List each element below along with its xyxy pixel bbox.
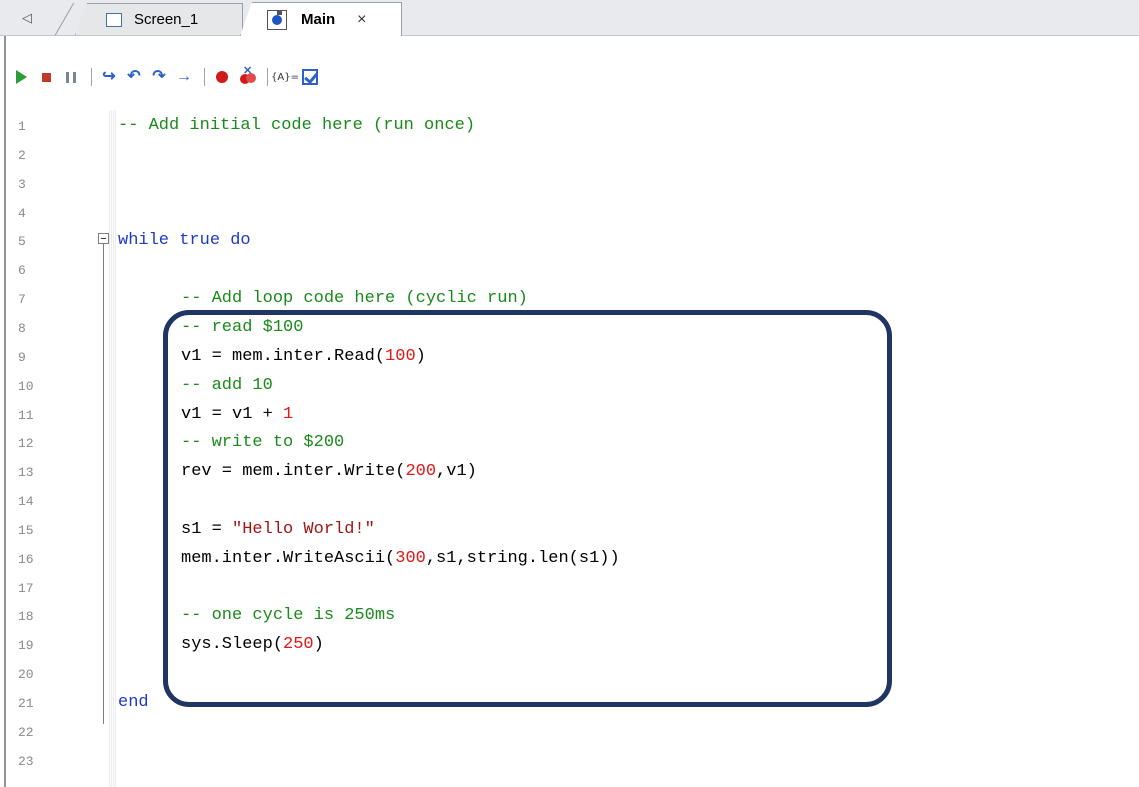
line-number: 7 xyxy=(18,292,26,308)
check-syntax-icon[interactable] xyxy=(299,66,321,88)
code-token: end xyxy=(118,693,149,712)
code-line: -- Add loop code here (cyclic run) xyxy=(181,289,528,309)
line-number: 6 xyxy=(18,263,26,279)
line-number: 8 xyxy=(18,320,26,336)
run-to-cursor-icon[interactable]: → xyxy=(173,66,195,88)
code-line: while true do xyxy=(118,231,251,251)
code-token: do xyxy=(230,231,251,251)
script-icon xyxy=(267,9,287,30)
line-number: 10 xyxy=(18,378,34,394)
toolbar-separator xyxy=(204,68,205,86)
watch-icon[interactable]: {A}= xyxy=(271,66,299,88)
line-number: 18 xyxy=(18,609,34,625)
breakpoint-icon[interactable] xyxy=(211,66,233,88)
code-token: -- Add loop code here (cyclic run) xyxy=(181,289,528,309)
tab-bar: ◁ Screen_1 Main × xyxy=(0,0,1139,36)
gutter-divider xyxy=(108,110,116,787)
line-number: 22 xyxy=(18,724,34,740)
code-token: -- Add initial code here (run once) xyxy=(118,116,476,135)
line-number: 21 xyxy=(18,696,34,711)
scroll-left-icon[interactable]: ◁ xyxy=(22,6,36,30)
toolbar-separator xyxy=(267,68,268,86)
tab-label: Main xyxy=(301,11,336,28)
line-number: 1 xyxy=(18,119,26,134)
line-number: 17 xyxy=(18,580,34,596)
step-over-icon[interactable]: ↶ xyxy=(123,66,145,88)
tab-label: Screen_1 xyxy=(134,11,199,28)
close-icon[interactable]: × xyxy=(357,11,366,29)
code-token: while xyxy=(118,231,170,251)
line-number: 11 xyxy=(18,407,34,423)
tab-divider xyxy=(54,3,75,35)
line-number: 3 xyxy=(18,176,26,192)
highlight-annotation xyxy=(163,310,892,707)
pause-icon[interactable] xyxy=(60,66,82,88)
fold-toggle-icon[interactable] xyxy=(98,233,109,244)
tab-screen-1[interactable]: Screen_1 xyxy=(75,3,243,35)
clear-breakpoints-icon[interactable]: ✕ xyxy=(236,65,258,88)
step-into-icon[interactable]: ↪ xyxy=(98,66,120,88)
debug-toolbar: ↪ ↶ ↷ → ✕ {A}= xyxy=(10,64,324,90)
play-icon[interactable] xyxy=(10,66,32,88)
line-number: 20 xyxy=(18,667,34,683)
code-line: -- Add initial code here (run once) xyxy=(118,116,475,136)
line-number: 16 xyxy=(18,551,34,567)
code-token: true xyxy=(179,231,221,251)
line-number-gutter: 1 2 3 4 5 6 7 8 9 10 11 12 13 14 15 16 17 18 19 20 21 22 23 xyxy=(6,110,104,787)
line-number: 12 xyxy=(18,436,34,452)
tab-main[interactable]: Main × xyxy=(240,2,402,36)
step-out-icon[interactable]: ↷ xyxy=(148,66,170,88)
line-number: 23 xyxy=(18,753,34,769)
line-number: 19 xyxy=(18,638,34,654)
fold-line xyxy=(103,244,104,724)
line-number: 4 xyxy=(18,205,26,221)
screen-icon xyxy=(106,12,122,27)
code-line: end xyxy=(118,693,149,713)
line-number: 9 xyxy=(18,349,26,365)
line-number: 15 xyxy=(18,522,34,538)
line-number: 2 xyxy=(18,147,26,163)
toolbar-separator xyxy=(91,68,92,86)
line-number: 13 xyxy=(18,465,34,481)
stop-icon[interactable] xyxy=(35,66,57,88)
line-number: 5 xyxy=(18,234,26,250)
line-number: 14 xyxy=(18,494,34,510)
